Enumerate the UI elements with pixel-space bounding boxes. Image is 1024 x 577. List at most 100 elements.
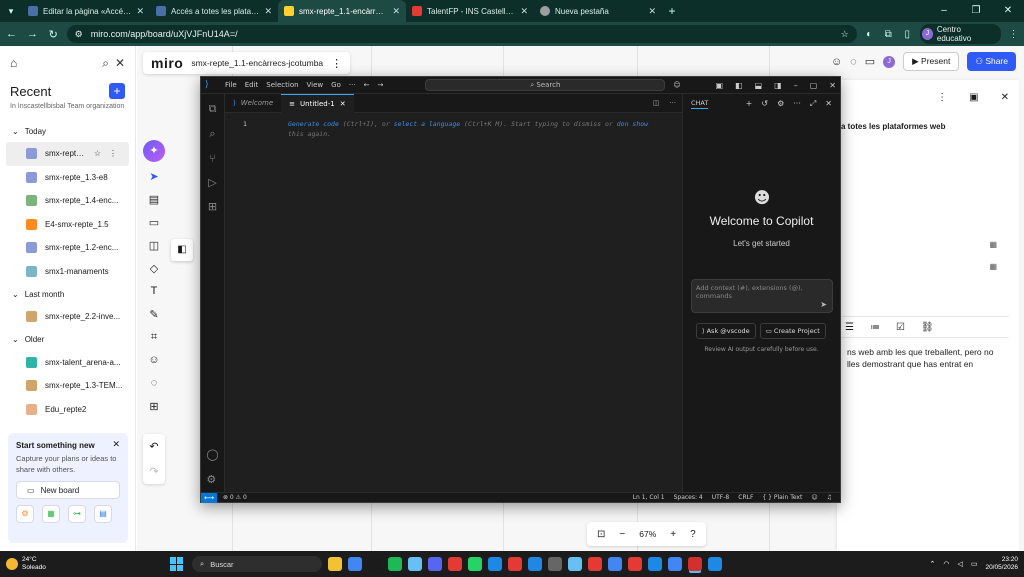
taskbar-app-icon[interactable] (488, 557, 502, 571)
miro-logo[interactable]: miro (151, 55, 183, 71)
board-item[interactable]: smx-repte_1.2-enc... (0, 236, 135, 260)
taskbar-app-icon[interactable] (428, 557, 442, 571)
language-mode[interactable]: { } Plain Text (762, 494, 802, 501)
doc-template-icon[interactable]: ▤ (94, 505, 112, 523)
forward-icon[interactable]: → (377, 81, 383, 89)
taskbar-app-icon[interactable] (368, 557, 382, 571)
taskbar-app-icon[interactable] (668, 557, 682, 571)
reload-icon[interactable]: ↻ (46, 28, 61, 41)
taskbar-app-icon[interactable] (528, 557, 542, 571)
expand-icon[interactable]: ▣ (969, 92, 978, 103)
board-item[interactable]: E4-smx-repte_1.5 (0, 213, 135, 237)
chat-tab[interactable]: CHAT (691, 99, 709, 109)
shapes-icon[interactable]: ◇ (150, 262, 158, 277)
new-tab-button[interactable]: + (662, 4, 682, 18)
taskbar-app-icon[interactable] (708, 557, 722, 571)
add-board-button[interactable]: + (109, 83, 125, 99)
close-icon[interactable]: ✕ (520, 6, 528, 17)
text-icon[interactable]: T (151, 285, 158, 300)
link-icon[interactable]: ⛓ (921, 322, 934, 333)
maximize-icon[interactable]: ▢ (810, 81, 818, 90)
search-icon[interactable]: ⌕ (102, 56, 109, 71)
encoding[interactable]: UTF-8 (712, 494, 730, 501)
doc-body-text[interactable]: ns web amb les que treballent, pero no l… (847, 346, 1007, 370)
frame-icon[interactable]: ▭ (149, 216, 159, 231)
close-icon[interactable]: ✕ (115, 56, 125, 70)
back-icon[interactable]: ← (4, 28, 19, 40)
line-ending[interactable]: CRLF (738, 494, 753, 501)
browser-tab-active[interactable]: smx-repte_1.1-encàrrecs-jcotu ✕ (278, 0, 406, 22)
sticky-note-icon[interactable]: ◫ (149, 239, 159, 254)
chat-input[interactable]: Add context (#), extensions (@), command… (691, 279, 833, 313)
board-item[interactable]: smx-talent_arena-a... (0, 351, 135, 375)
volume-icon[interactable]: ◁ (957, 560, 962, 568)
tab-untitled[interactable]: ≡ Untitled-1 ✕ (281, 93, 354, 113)
select-cursor-icon[interactable]: ➤ (149, 170, 158, 185)
browser-tab[interactable]: Nueva pestaña ✕ (534, 0, 662, 22)
new-board-button[interactable]: ▭ New board (16, 481, 120, 499)
extensions-icon[interactable]: ⊞ (208, 200, 217, 213)
mindmap-template-icon[interactable]: ⚙ (16, 505, 34, 523)
source-control-icon[interactable]: ⑂ (209, 152, 216, 165)
site-info-icon[interactable]: ⚙ (75, 29, 83, 40)
run-debug-icon[interactable]: ▷ (208, 176, 216, 189)
close-icon[interactable]: ✕ (648, 6, 656, 17)
board-item[interactable]: smx-repte_1.3-TEM... (0, 374, 135, 398)
windows-start-icon[interactable] (170, 557, 184, 571)
pen-icon[interactable]: ✎ (149, 308, 158, 323)
star-icon[interactable]: ☆ (94, 149, 101, 158)
close-icon[interactable]: ✕ (825, 99, 832, 109)
undo-icon[interactable]: ↶ (149, 440, 158, 453)
ai-sparkle-icon[interactable]: ✦ (143, 140, 165, 162)
select-language-link[interactable]: select a language (394, 120, 461, 128)
taskbar-app-icon[interactable] (508, 557, 522, 571)
maximize-icon[interactable]: ⤢ (810, 99, 816, 109)
present-button[interactable]: ▶ Present (903, 52, 960, 71)
create-project-button[interactable]: ▭ Create Project (759, 323, 826, 339)
chevron-up-icon[interactable]: ⌃ (929, 560, 935, 568)
url-field[interactable]: ⚙ miro.com/app/board/uXjVJFnU14A=/ ☆ (66, 25, 857, 43)
close-icon[interactable]: ✕ (392, 6, 400, 17)
close-icon[interactable]: ✕ (264, 6, 272, 17)
minimize-icon[interactable]: – (794, 81, 798, 90)
dont-show-link[interactable]: show (632, 120, 648, 128)
forward-icon[interactable]: → (25, 28, 40, 40)
gear-icon[interactable]: ⚙ (206, 473, 218, 486)
taskbar-app-icon[interactable] (548, 557, 562, 571)
notifications-icon[interactable]: ♫ (827, 494, 832, 501)
close-icon[interactable]: ✕ (136, 6, 144, 17)
menu-file[interactable]: File (225, 81, 237, 89)
board-item[interactable]: smx-repte_1.3-e8 (0, 166, 135, 190)
menu-go[interactable]: Go (331, 81, 341, 89)
board-item[interactable]: smx-repte_1.4-enc... (0, 189, 135, 213)
copilot-icon[interactable]: ☺ (673, 81, 680, 89)
taskbar-app-icon[interactable] (588, 557, 602, 571)
ask-vscode-button[interactable]: ⟩ Ask @vscode (696, 323, 756, 339)
avatar[interactable]: J (883, 55, 896, 68)
taskbar-app-icon[interactable] (388, 557, 402, 571)
taskbar-search[interactable]: ⌕ Buscar (192, 556, 322, 572)
section-today[interactable]: ⌄ Today (0, 120, 135, 142)
board-item[interactable]: smx-repte_1.1-encàrrecs-jcotumba ☆ ⋮ (6, 142, 129, 166)
side-panel-toggle[interactable]: ◧ (171, 239, 193, 261)
bullet-list-icon[interactable]: ≔ (870, 322, 880, 333)
taskbar-app-icon[interactable] (348, 557, 362, 571)
checklist-icon[interactable]: ☑ (896, 322, 905, 333)
more-icon[interactable]: ⋮ (937, 92, 947, 103)
extensions-puzzle-icon[interactable]: ⧉ (882, 29, 895, 40)
battery-icon[interactable]: ▭ (971, 560, 978, 568)
close-icon[interactable]: ✕ (829, 81, 836, 90)
crop-frame-icon[interactable]: ⌗ (151, 331, 157, 346)
zoom-in-icon[interactable]: + (670, 529, 676, 540)
problems-indicator[interactable]: ⊗ 0 ⚠ 0 (223, 494, 247, 501)
remote-icon[interactable]: ⟷ (201, 492, 217, 503)
fit-screen-icon[interactable]: ⊡ (597, 529, 605, 540)
home-icon[interactable]: ⌂ (10, 56, 17, 70)
redo-icon[interactable]: ↷ (149, 465, 158, 478)
calendar-icon[interactable]: ▦ (989, 262, 997, 271)
taskbar-app-icon[interactable] (648, 557, 662, 571)
tab-search-icon[interactable]: ▾ (0, 0, 22, 22)
menu-selection[interactable]: Selection (266, 81, 298, 89)
minimize-icon[interactable]: – (928, 0, 960, 22)
browser-tab[interactable]: Accés a totes les plataformes w ✕ (150, 0, 278, 22)
